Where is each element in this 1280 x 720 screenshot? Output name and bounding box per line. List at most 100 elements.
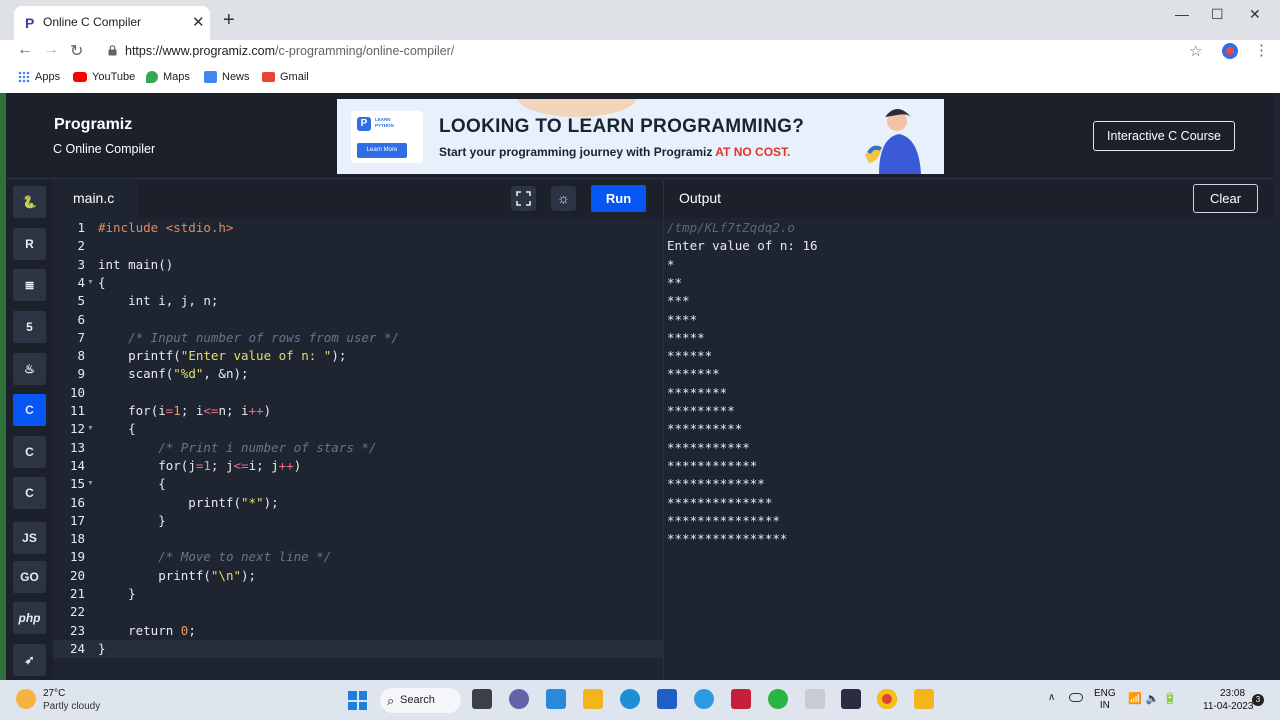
bookmark-label: Maps (163, 71, 190, 83)
notification-badge[interactable]: 3 (1252, 694, 1264, 706)
clock-time[interactable]: 23:08 (1220, 688, 1245, 699)
ad-headline: LOOKING TO LEARN PROGRAMMING? (439, 116, 805, 137)
whatsapp-icon[interactable] (768, 689, 788, 709)
line-number: 24 (69, 640, 85, 656)
bookmark-star-icon[interactable]: ☆ (1189, 42, 1202, 60)
line-number: 23 (69, 622, 85, 638)
weather-temperature[interactable]: 27°C (43, 688, 65, 699)
output-line: *********** (667, 439, 750, 455)
fold-arrow-icon[interactable]: ▼ (87, 425, 94, 432)
bookmark-maps[interactable]: Maps (146, 71, 190, 83)
browser-tab[interactable]: P Online C Compiler ✕ (14, 6, 210, 40)
database-icon: ≣ (24, 278, 35, 292)
output-line: **************** (667, 531, 788, 547)
lang-python-button[interactable]: 🐍 (13, 186, 46, 218)
line-number: 6 (77, 311, 85, 327)
code-line: /* Input number of rows from user */ (128, 329, 400, 345)
reload-icon[interactable]: ↻ (70, 41, 83, 61)
output-line: ******** (667, 384, 728, 400)
code-line: printf("Enter value of n: "); (98, 348, 347, 364)
phone-link-icon[interactable] (694, 689, 714, 709)
bookmark-gmail[interactable]: Gmail (262, 71, 309, 83)
line-number: 8 (77, 348, 85, 364)
app-icon[interactable] (805, 689, 825, 709)
clock-date[interactable]: 11-04-2023 (1203, 701, 1253, 712)
tray-overflow-icon[interactable]: ∧ (1048, 692, 1055, 703)
back-icon[interactable]: ← (17, 41, 33, 59)
widgets-icon[interactable] (546, 689, 566, 709)
line-number: 5 (77, 293, 85, 309)
fold-arrow-icon[interactable]: ▼ (87, 480, 94, 487)
address-bar[interactable]: https://www.programiz.com/c-programming/… (125, 44, 454, 58)
task-view-icon[interactable] (472, 689, 492, 709)
windows-taskbar (0, 680, 1280, 720)
lang-swift-button[interactable]: ➶ (13, 644, 46, 676)
menu-kebab-icon[interactable]: ⋮ (1254, 41, 1269, 59)
app-icon[interactable] (841, 689, 861, 709)
bookmark-youtube[interactable]: YouTube (73, 71, 135, 83)
ad-subline: Start your programming journey with Prog… (439, 145, 790, 159)
onedrive-icon[interactable] (1069, 693, 1083, 702)
line-number: 21 (69, 586, 85, 601)
line-number: 9 (77, 366, 85, 382)
output-line: ***** (667, 329, 705, 345)
url-path: /c-programming/online-compiler/ (275, 44, 455, 58)
bookmark-news[interactable]: News (204, 71, 250, 83)
lang-javascript-button[interactable]: JS (13, 522, 46, 554)
fullscreen-button[interactable] (511, 186, 536, 211)
programiz-p-icon: P (357, 117, 371, 131)
new-tab-icon[interactable]: + (223, 10, 235, 30)
bookmarks-bar (0, 64, 1280, 93)
lang-cpp-button[interactable]: C (13, 436, 46, 468)
maximize-icon[interactable]: ☐ (1211, 6, 1224, 23)
code-line: return 0; (128, 622, 196, 638)
ad-card: P LEARN PYTHON Learn More (351, 111, 423, 163)
run-button[interactable]: Run (591, 185, 646, 212)
lang-r-button[interactable]: R (13, 228, 46, 260)
folder-icon[interactable] (914, 689, 934, 709)
theme-toggle-button[interactable]: ☼ (551, 186, 576, 211)
output-line: ****** (667, 348, 713, 364)
fold-arrow-icon[interactable]: ▼ (87, 279, 94, 286)
tray-wifi-sound-battery-icon[interactable]: 📶🔈🔋 (1128, 692, 1181, 705)
lang-html-button[interactable]: 5 (13, 311, 46, 343)
code-line: printf("\n"); (98, 567, 257, 583)
ad-banner[interactable]: P LEARN PYTHON Learn More LOOKING TO LEA… (337, 99, 944, 174)
bookmark-apps[interactable]: Apps (18, 71, 60, 83)
store-icon[interactable] (657, 689, 677, 709)
interactive-course-button[interactable]: Interactive C Course (1093, 121, 1235, 151)
taskbar-search[interactable]: Search (380, 688, 461, 713)
r-icon: R (25, 237, 34, 251)
lang-go-button[interactable]: GO (13, 561, 46, 593)
edge-icon[interactable] (620, 689, 640, 709)
fullscreen-icon (516, 191, 531, 206)
ad-card-tag: LEARN PYTHON (375, 117, 394, 128)
weather-description[interactable]: Partly cloudy (43, 701, 100, 712)
input-language[interactable]: ENG IN (1094, 688, 1116, 712)
profile-avatar[interactable] (1222, 43, 1238, 59)
weather-sun-icon[interactable] (16, 689, 36, 709)
tab-close-icon[interactable]: ✕ (192, 13, 205, 31)
output-title: Output (679, 190, 722, 206)
line-number: 22 (69, 604, 85, 620)
lang-c-button[interactable]: C (13, 394, 46, 426)
lang-java-button[interactable]: ♨ (13, 353, 46, 385)
windows-start-icon[interactable] (348, 691, 367, 710)
lock-icon[interactable] (108, 45, 117, 56)
code-content[interactable]: #include <stdio.h> int main() { int i, j… (98, 220, 658, 670)
file-explorer-icon[interactable] (583, 689, 603, 709)
chat-icon[interactable] (509, 689, 529, 709)
output-line: ********* (667, 403, 735, 418)
lang-csharp-button[interactable]: C (13, 477, 46, 509)
window-close-icon[interactable]: ✕ (1249, 6, 1261, 23)
mcafee-icon[interactable] (731, 689, 751, 709)
chrome-icon[interactable] (877, 689, 897, 709)
lang-sql-button[interactable]: ≣ (13, 269, 46, 301)
forward-icon[interactable]: → (43, 41, 59, 59)
ad-learn-more-button[interactable]: Learn More (357, 143, 407, 158)
minimize-icon[interactable]: — (1175, 6, 1189, 22)
lang-php-button[interactable]: php (13, 602, 46, 634)
programiz-logo[interactable]: Programiz (54, 116, 132, 134)
python-icon: 🐍 (22, 195, 37, 209)
clear-button[interactable]: Clear (1193, 184, 1258, 213)
